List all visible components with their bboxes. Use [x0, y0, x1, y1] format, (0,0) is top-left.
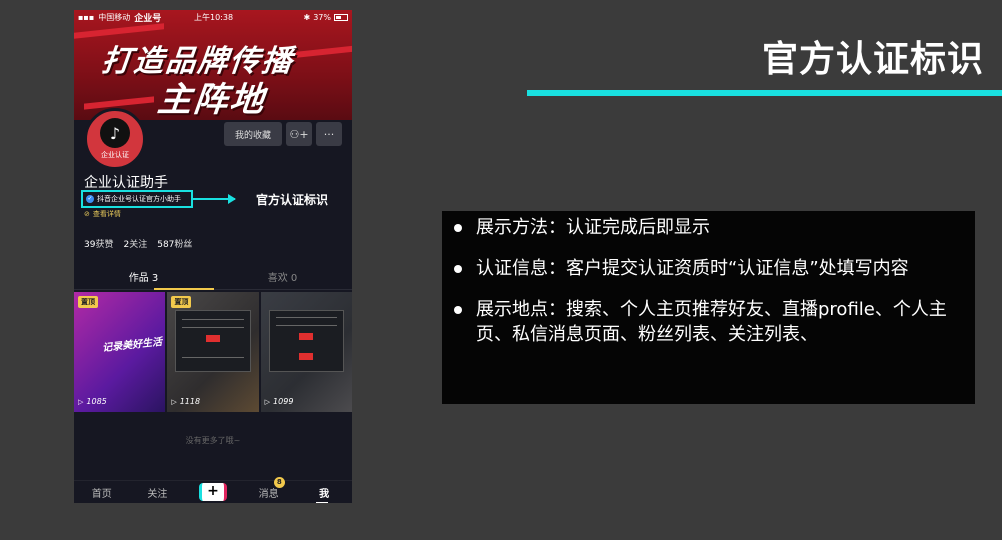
profile-stats: 39获赞 2关注 587粉丝	[84, 237, 192, 250]
carrier-label: 中国移动	[98, 12, 131, 22]
verification-text: 抖音企业号认证官方小助手	[97, 195, 181, 203]
pinned-badge: 置顶	[78, 296, 98, 308]
profile-display-name: 企业认证助手	[84, 175, 168, 191]
bluetooth-icon: ✱	[303, 12, 311, 22]
phone-screenshot: 打造品牌传播 主阵地 ▪▪▪ 中国移动 企业号 上午10:38 ✱ 37% ♪ …	[74, 10, 352, 503]
video-thumbnail[interactable]: ▷ 1099	[260, 292, 352, 412]
bullet-icon	[454, 265, 462, 273]
pinned-badge: 置顶	[171, 296, 192, 308]
tab-works[interactable]: 作品 3	[74, 268, 214, 290]
play-count: ▷ 1085	[78, 397, 107, 406]
favorites-button[interactable]: 我的收藏	[224, 122, 282, 146]
battery-icon	[334, 13, 348, 21]
info-box: 展示方法：认证完成后即显示 认证信息：客户提交认证资质时“认证信息”处填写内容 …	[442, 211, 975, 404]
video-thumbnail[interactable]: 置顶 记录美好生活 ▷ 1085	[74, 292, 166, 412]
active-indicator	[316, 501, 329, 503]
arrow-right-icon	[193, 194, 236, 204]
profile-tabs: 作品 3 喜欢 0	[74, 268, 352, 290]
info-item-verification-info: 认证信息：客户提交认证资质时“认证信息”处填写内容	[454, 256, 967, 281]
person-plus-icon: ⚇+	[289, 127, 309, 141]
app-brand-label: 企业号	[134, 13, 162, 24]
info-item-display-method: 展示方法：认证完成后即显示	[454, 215, 967, 240]
tiktok-note-icon: ♪	[100, 118, 130, 148]
view-details-link[interactable]: ⊘ 查看详情	[84, 209, 121, 219]
play-icon: ▷	[78, 397, 84, 406]
stat-followers[interactable]: 587粉丝	[157, 237, 192, 250]
stat-following[interactable]: 2关注	[123, 237, 147, 250]
status-bar: ▪▪▪ 中国移动 企业号 上午10:38 ✱ 37%	[74, 10, 352, 24]
nav-home[interactable]: 首页	[74, 485, 130, 500]
play-icon: ▷	[171, 397, 177, 406]
enterprise-badge: 企业认证	[101, 151, 129, 159]
avatar[interactable]: ♪ 企业认证	[84, 108, 146, 170]
nav-me[interactable]: 我	[296, 485, 352, 503]
link-icon: ⊘	[84, 210, 90, 218]
plus-icon: +	[198, 483, 227, 501]
verification-callout: 官方认证标识	[256, 193, 329, 207]
video-caption: 记录美好生活	[101, 336, 163, 355]
no-more-text: 没有更多了哦~	[185, 436, 241, 445]
tab-likes[interactable]: 喜欢 0	[213, 268, 352, 289]
play-count: ▷ 1099	[264, 397, 294, 406]
bottom-nav: 首页 关注 + 消息 8 我	[74, 476, 352, 503]
nav-create[interactable]: +	[185, 483, 241, 501]
nav-following[interactable]: 关注	[130, 485, 186, 500]
signal-icon: ▪▪▪	[78, 12, 95, 22]
stat-likes[interactable]: 39获赞	[84, 237, 113, 250]
verification-highlight: ✓ 抖音企业号认证官方小助手	[81, 190, 193, 208]
more-button[interactable]: ···	[316, 122, 342, 146]
video-screen-content	[175, 310, 251, 372]
verified-check-icon: ✓	[86, 195, 94, 203]
video-thumbnail[interactable]: 置顶 ▷ 1118	[167, 292, 259, 412]
bullet-icon	[454, 224, 462, 232]
messages-badge: 8	[273, 476, 285, 488]
battery-percent: 37%	[313, 12, 331, 22]
title-accent-bar	[527, 90, 1002, 96]
view-details-label: 查看详情	[92, 210, 121, 218]
play-icon: ▷	[264, 397, 271, 406]
play-count: ▷ 1118	[171, 397, 201, 406]
nav-messages[interactable]: 消息 8	[241, 476, 297, 500]
info-item-display-locations: 展示地点：搜索、个人主页推荐好友、直播profile、个人主页、私信消息页面、粉…	[454, 297, 967, 347]
banner-text-line2: 主阵地	[155, 80, 268, 120]
video-screen-content	[268, 310, 344, 372]
video-grid: 置顶 记录美好生活 ▷ 1085 置顶 ▷ 1118 ▷ 1099	[74, 292, 352, 412]
status-time: 上午10:38	[194, 12, 234, 22]
add-friend-button[interactable]: ⚇+	[286, 122, 312, 146]
bullet-icon	[454, 306, 462, 314]
profile-banner: 打造品牌传播 主阵地	[74, 10, 352, 120]
slide-title: 官方认证标识	[761, 39, 984, 80]
ellipsis-icon: ···	[323, 127, 335, 141]
